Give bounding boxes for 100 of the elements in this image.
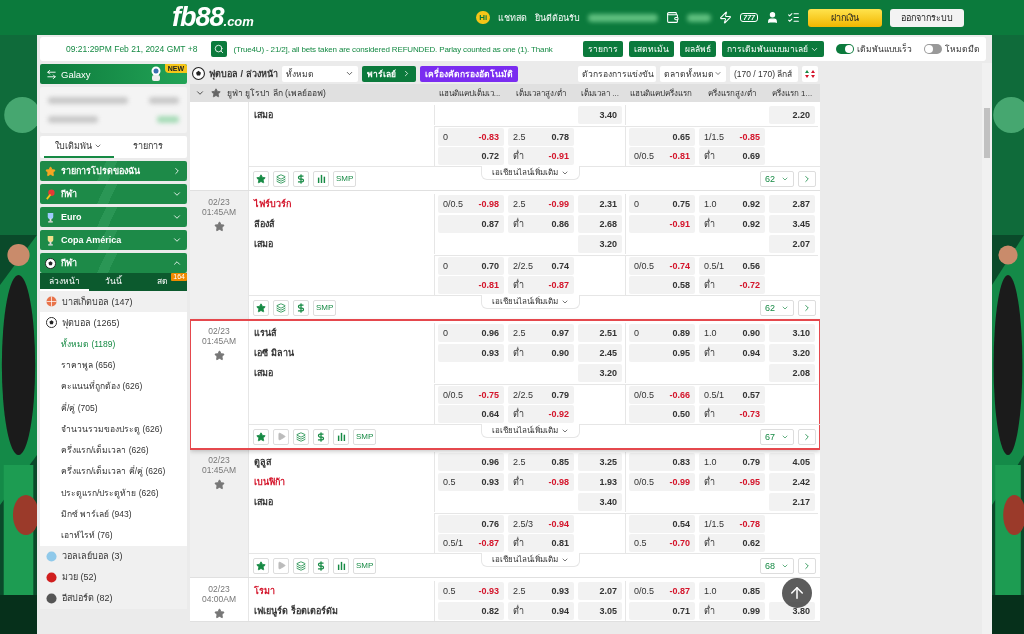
live-chat-link[interactable]: แชทสด: [498, 10, 528, 25]
odds-button[interactable]: ต่ำ 0.99: [699, 602, 765, 620]
odds-button[interactable]: 2.5 -0.99: [508, 195, 574, 213]
odds-button[interactable]: ต่ำ -0.87: [508, 276, 574, 294]
odds-button[interactable]: 0/0.5 -0.66: [629, 386, 695, 404]
odds-button[interactable]: 2.5/3 -0.94: [508, 515, 574, 533]
odds-button[interactable]: 2/2.5 0.74: [508, 257, 574, 275]
dollar-button[interactable]: [293, 299, 309, 316]
odds-button[interactable]: 1/1.5 -0.78: [699, 515, 765, 533]
odds-button[interactable]: 2.5 0.97: [508, 324, 574, 342]
odds-button[interactable]: 0.64: [438, 405, 504, 423]
logo[interactable]: fb88.com: [172, 2, 254, 33]
smp-button[interactable]: SMP: [353, 428, 377, 445]
odds-button[interactable]: 2.68: [578, 215, 622, 233]
odds-button[interactable]: 0.76: [438, 515, 504, 533]
dollar-button[interactable]: [293, 170, 309, 187]
scrollbar[interactable]: [982, 63, 992, 634]
market-item[interactable]: ทั้งหมด (1189): [40, 333, 187, 355]
dollar-button[interactable]: [313, 428, 329, 445]
sport-item[interactable]: วอลเลย์บอล (3): [40, 545, 187, 567]
odds-button[interactable]: 0.82: [438, 602, 504, 620]
odds-button[interactable]: 1.0 0.92: [699, 195, 765, 213]
layers-button[interactable]: [273, 299, 289, 316]
sport-item[interactable]: บาสเก็ตบอล (147): [40, 291, 187, 312]
odds-button[interactable]: ต่ำ -0.98: [508, 473, 574, 491]
odds-button[interactable]: 0.71: [629, 602, 695, 620]
collapse-icon[interactable]: [195, 88, 205, 98]
odds-button[interactable]: ต่ำ 0.92: [699, 215, 765, 233]
odds-button[interactable]: ต่ำ 0.81: [508, 534, 574, 552]
odds-button[interactable]: 0/0.5 -0.87: [629, 582, 695, 600]
odds-button[interactable]: 3.40: [578, 493, 622, 511]
odds-button[interactable]: 2.20: [769, 106, 815, 124]
odds-button[interactable]: 0.83: [629, 453, 695, 471]
odds-button[interactable]: 4.05: [769, 453, 815, 471]
stats-button[interactable]: [333, 557, 349, 574]
layers-button[interactable]: [273, 170, 289, 187]
market-item[interactable]: คี่/คู่ (705): [40, 396, 187, 419]
star-icon[interactable]: [211, 88, 221, 98]
market-item[interactable]: ราคาพูล (656): [40, 354, 187, 376]
odds-button[interactable]: 0.65: [629, 128, 695, 146]
deposit-button[interactable]: ฝากเงิน: [808, 8, 882, 27]
odds-button[interactable]: -0.81: [438, 276, 504, 294]
user-icon[interactable]: [766, 11, 779, 24]
odds-button[interactable]: 0/0.5 -0.75: [438, 386, 504, 404]
odds-button[interactable]: 0.96: [438, 453, 504, 471]
odds-button[interactable]: 2.87: [769, 195, 815, 213]
menu-bar[interactable]: กีฬา: [40, 184, 187, 204]
dollar-button[interactable]: [313, 557, 329, 574]
odds-button[interactable]: 0/0.5 -0.99: [629, 473, 695, 491]
odds-button[interactable]: 3.45: [769, 215, 815, 233]
smp-button[interactable]: SMP: [333, 170, 357, 187]
odds-button[interactable]: 3.20: [769, 344, 815, 362]
market-count-dropdown[interactable]: 62: [760, 299, 794, 316]
nav-button[interactable]: การเดิมพันแบบมาเลย์: [722, 41, 824, 57]
checklist-icon[interactable]: [787, 11, 800, 24]
nav-button[interactable]: เสตทเม้น: [629, 41, 674, 57]
layers-button[interactable]: [293, 557, 309, 574]
market-count-dropdown[interactable]: 68: [760, 557, 794, 574]
odds-button[interactable]: 2.51: [578, 324, 622, 342]
toggle-switch[interactable]: [924, 44, 942, 54]
odds-button[interactable]: 2.07: [578, 582, 622, 600]
odds-button[interactable]: 2.45: [578, 344, 622, 362]
odds-button[interactable]: ต่ำ 0.90: [508, 344, 574, 362]
filter-dropdown[interactable]: ตลาดทั้งหมด: [660, 65, 726, 82]
odds-button[interactable]: ต่ำ 0.94: [699, 344, 765, 362]
bet-slip-tab[interactable]: ใบเดิมพัน: [44, 136, 114, 158]
odds-button[interactable]: 0.58: [629, 276, 695, 294]
odds-button[interactable]: 1.0 0.85: [699, 582, 765, 600]
odds-button[interactable]: 2.42: [769, 473, 815, 491]
nav-button[interactable]: รายการ: [583, 41, 623, 57]
odds-button[interactable]: 1.0 0.79: [699, 453, 765, 471]
odds-button[interactable]: 0.5 -0.93: [438, 582, 504, 600]
star-icon[interactable]: [213, 221, 225, 232]
toggle-switch[interactable]: [836, 44, 854, 54]
odds-button[interactable]: 0.5/1 0.56: [699, 257, 765, 275]
menu-bar[interactable]: Copa América: [40, 230, 187, 250]
odds-button[interactable]: 0 0.75: [629, 195, 695, 213]
market-item[interactable]: ประตูแรก/ประตูท้าย (626): [40, 482, 187, 504]
odds-button[interactable]: 0.5/1 0.57: [699, 386, 765, 404]
bet-slip-tab[interactable]: รายการ: [113, 136, 183, 158]
odds-button[interactable]: ต่ำ 0.94: [508, 602, 574, 620]
odds-button[interactable]: 0.5 -0.70: [629, 534, 695, 552]
market-item[interactable]: เอาท์ไรท์ (76): [40, 524, 187, 546]
odds-button[interactable]: 0.93: [438, 344, 504, 362]
market-item[interactable]: ครึ่งแรก/เต็มเวลา คี่/คู่ (626): [40, 460, 187, 483]
odds-button[interactable]: 0 0.70: [438, 257, 504, 275]
stats-button[interactable]: [313, 170, 329, 187]
menu-bar[interactable]: Euro: [40, 207, 187, 227]
market-item[interactable]: จำนวนรวมของประตู (626): [40, 418, 187, 440]
market-count-dropdown[interactable]: 62: [760, 170, 794, 187]
sort-icon[interactable]: [802, 65, 818, 82]
market-item[interactable]: ครึ่งแรก/เต็มเวลา (626): [40, 439, 187, 461]
odds-button[interactable]: 3.20: [578, 364, 622, 382]
more-lines-tab[interactable]: เอเชียนไลน์เพิ่มเติม: [481, 166, 580, 180]
market-item[interactable]: คะแนนที่ถูกต้อง (626): [40, 375, 187, 397]
odds-button[interactable]: 2.5 0.78: [508, 128, 574, 146]
odds-button[interactable]: 1.93: [578, 473, 622, 491]
odds-button[interactable]: 0.95: [629, 344, 695, 362]
nav-button[interactable]: ผลลัพธ์: [680, 41, 716, 57]
odds-button[interactable]: ต่ำ -0.91: [508, 147, 574, 165]
